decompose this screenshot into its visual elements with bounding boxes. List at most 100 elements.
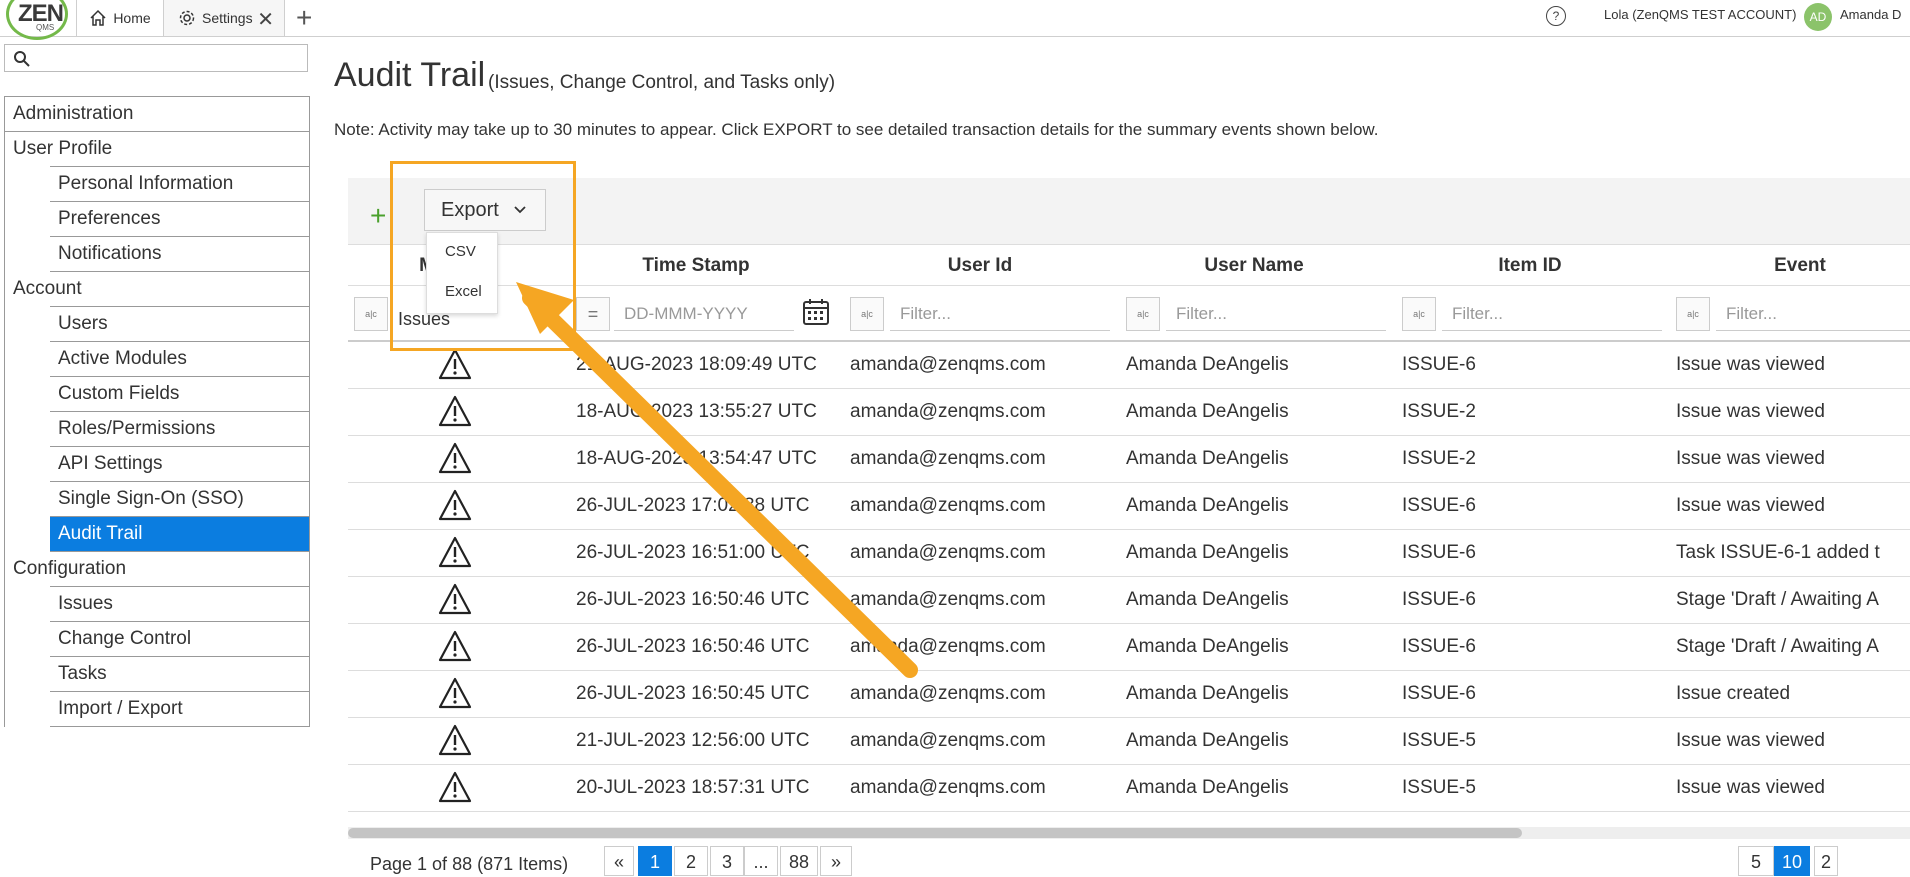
info-note: Note: Activity may take up to 30 minutes… [334, 120, 1379, 139]
sidebar-item-issues[interactable]: Issues [5, 586, 309, 622]
abc-filter-icon[interactable]: a|c [1126, 297, 1160, 331]
user-id-cell: amanda@zenqms.com [850, 495, 1046, 516]
item-id-cell: ISSUE-2 [1402, 401, 1476, 422]
warning-icon [438, 630, 472, 667]
table-row[interactable]: 26-JUL-2023 16:50:46 UTC amanda@zenqms.co… [348, 624, 1910, 671]
sidebar-item-single-sign-on-sso[interactable]: Single Sign-On (SSO) [5, 481, 309, 517]
avatar[interactable]: AD [1804, 3, 1832, 31]
sidebar-item-label: Issues [58, 593, 113, 614]
col-header-user-id[interactable]: User Id [860, 255, 1100, 277]
close-icon[interactable]: ✕ [257, 7, 274, 32]
abc-filter-icon[interactable]: a|c [1676, 297, 1710, 331]
sidebar-item-personal-information[interactable]: Personal Information [5, 166, 309, 202]
warning-icon [438, 489, 472, 526]
gear-icon [179, 10, 195, 26]
plus-icon[interactable]: + [296, 2, 312, 34]
equals-icon[interactable]: = [576, 297, 610, 331]
table-row[interactable]: 26-JUL-2023 16:50:46 UTC amanda@zenqms.co… [348, 577, 1910, 624]
table-row[interactable]: 26-JUL-2023 16:51:00 UTC amanda@zenqms.co… [348, 530, 1910, 577]
sidebar-search[interactable] [4, 44, 308, 72]
page-title: Audit Trail [334, 56, 486, 94]
sidebar-item-account[interactable]: Account [5, 272, 309, 307]
plus-icon[interactable]: + [370, 200, 386, 232]
table-row[interactable]: 21-JUL-2023 12:56:00 UTC amanda@zenqms.co… [348, 718, 1910, 765]
event-filter[interactable]: Filter... [1716, 297, 1910, 331]
page-size-button[interactable]: 5 [1738, 846, 1774, 876]
tab-settings[interactable]: Settings ✕ [163, 0, 285, 36]
sidebar-item-notifications[interactable]: Notifications [5, 236, 309, 272]
warning-icon [438, 677, 472, 714]
user-name-cell: Amanda DeAngelis [1126, 683, 1289, 704]
warning-icon [438, 771, 472, 808]
sidebar-item-roles-permissions[interactable]: Roles/Permissions [5, 411, 309, 447]
table-row[interactable]: 20-JUL-2023 18:57:31 UTC amanda@zenqms.co… [348, 765, 1910, 812]
item-id-cell: ISSUE-5 [1402, 730, 1476, 751]
event-cell: Issue was viewed [1676, 730, 1825, 751]
sidebar-item-user-profile[interactable]: User Profile [5, 132, 309, 167]
item-id-cell: ISSUE-6 [1402, 495, 1476, 516]
zenqms-logo[interactable]: ZEN QMS [4, 0, 70, 40]
col-header-item-id[interactable]: Item ID [1410, 255, 1650, 277]
sidebar-item-change-control[interactable]: Change Control [5, 621, 309, 657]
tab-home[interactable]: Home [76, 0, 164, 36]
page-button[interactable]: 1 [638, 846, 672, 876]
pager-info: Page 1 of 88 (871 Items) [370, 854, 569, 874]
user-name[interactable]: Amanda D [1840, 7, 1901, 22]
account-switcher[interactable]: Lola (ZenQMS TEST ACCOUNT) [1604, 7, 1796, 22]
user-id-filter[interactable]: Filter... [890, 297, 1110, 331]
item-id-filter[interactable]: Filter... [1442, 297, 1662, 331]
abc-filter-icon[interactable]: a|c [850, 297, 884, 331]
page-button[interactable]: ... [744, 846, 778, 876]
user-name-cell: Amanda DeAngelis [1126, 354, 1289, 375]
col-header-timestamp[interactable]: Time Stamp [576, 255, 816, 277]
sidebar-item-custom-fields[interactable]: Custom Fields [5, 376, 309, 412]
horizontal-scrollbar[interactable] [348, 827, 1910, 839]
sidebar-item-active-modules[interactable]: Active Modules [5, 341, 309, 377]
grid-header: M Time Stamp User Id User Name Item ID E… [348, 244, 1910, 286]
user-name-cell: Amanda DeAngelis [1126, 542, 1289, 563]
sidebar-item-api-settings[interactable]: API Settings [5, 446, 309, 482]
page-button[interactable]: 88 [780, 846, 818, 876]
logo-sub: QMS [36, 23, 55, 32]
sidebar-item-import-export[interactable]: Import / Export [5, 691, 309, 727]
sidebar-item-configuration[interactable]: Configuration [5, 552, 309, 587]
scrollbar-thumb[interactable] [348, 828, 1522, 838]
table-row[interactable]: 18-AUG-2023 13:55:27 UTC amanda@zenqms.co… [348, 389, 1910, 436]
table-row[interactable]: 26-JUL-2023 17:02:38 UTC amanda@zenqms.co… [348, 483, 1910, 530]
sidebar-item-label: Account [13, 278, 82, 299]
date-filter-input[interactable]: DD-MMM-YYYY [614, 297, 794, 331]
help-icon[interactable]: ? [1546, 6, 1566, 26]
sidebar-item-label: Notifications [58, 243, 162, 264]
col-header-event[interactable]: Event [1680, 255, 1910, 277]
col-header-user-name[interactable]: User Name [1134, 255, 1374, 277]
event-cell: Stage 'Draft / Awaiting A [1676, 636, 1879, 657]
timestamp-cell: 26-JUL-2023 17:02:38 UTC [576, 495, 810, 516]
page-button[interactable]: 2 [674, 846, 708, 876]
event-cell: Issue created [1676, 683, 1791, 704]
sidebar-item-administration[interactable]: Administration [5, 97, 309, 132]
calendar-icon[interactable] [802, 298, 830, 326]
page-button[interactable]: » [820, 846, 852, 876]
event-cell: Task ISSUE-6-1 added t [1676, 542, 1880, 563]
user-name-filter[interactable]: Filter... [1166, 297, 1386, 331]
user-id-cell: amanda@zenqms.com [850, 589, 1046, 610]
abc-filter-icon[interactable]: a|c [354, 297, 388, 331]
sidebar-item-audit-trail[interactable]: Audit Trail [5, 516, 309, 552]
page-size-button[interactable]: 10 [1774, 846, 1810, 876]
sidebar-item-preferences[interactable]: Preferences [5, 201, 309, 237]
user-name-cell: Amanda DeAngelis [1126, 448, 1289, 469]
warning-icon [438, 348, 472, 385]
user-name-cell: Amanda DeAngelis [1126, 495, 1289, 516]
sidebar-item-users[interactable]: Users [5, 306, 309, 342]
table-row[interactable]: 18-AUG-2023 13:54:47 UTC amanda@zenqms.co… [348, 436, 1910, 483]
table-row[interactable]: 26-JUL-2023 16:50:45 UTC amanda@zenqms.co… [348, 671, 1910, 718]
item-id-cell: ISSUE-6 [1402, 636, 1476, 657]
page-size-button[interactable]: 2 [1814, 846, 1838, 876]
abc-filter-icon[interactable]: a|c [1402, 297, 1436, 331]
sidebar-item-label: Change Control [58, 628, 192, 649]
page-button[interactable]: « [604, 846, 634, 876]
sidebar-item-tasks[interactable]: Tasks [5, 656, 309, 692]
sidebar-item-label: Roles/Permissions [58, 418, 216, 439]
page-button[interactable]: 3 [710, 846, 744, 876]
table-row[interactable]: 21-AUG-2023 18:09:49 UTC amanda@zenqms.co… [348, 342, 1910, 389]
